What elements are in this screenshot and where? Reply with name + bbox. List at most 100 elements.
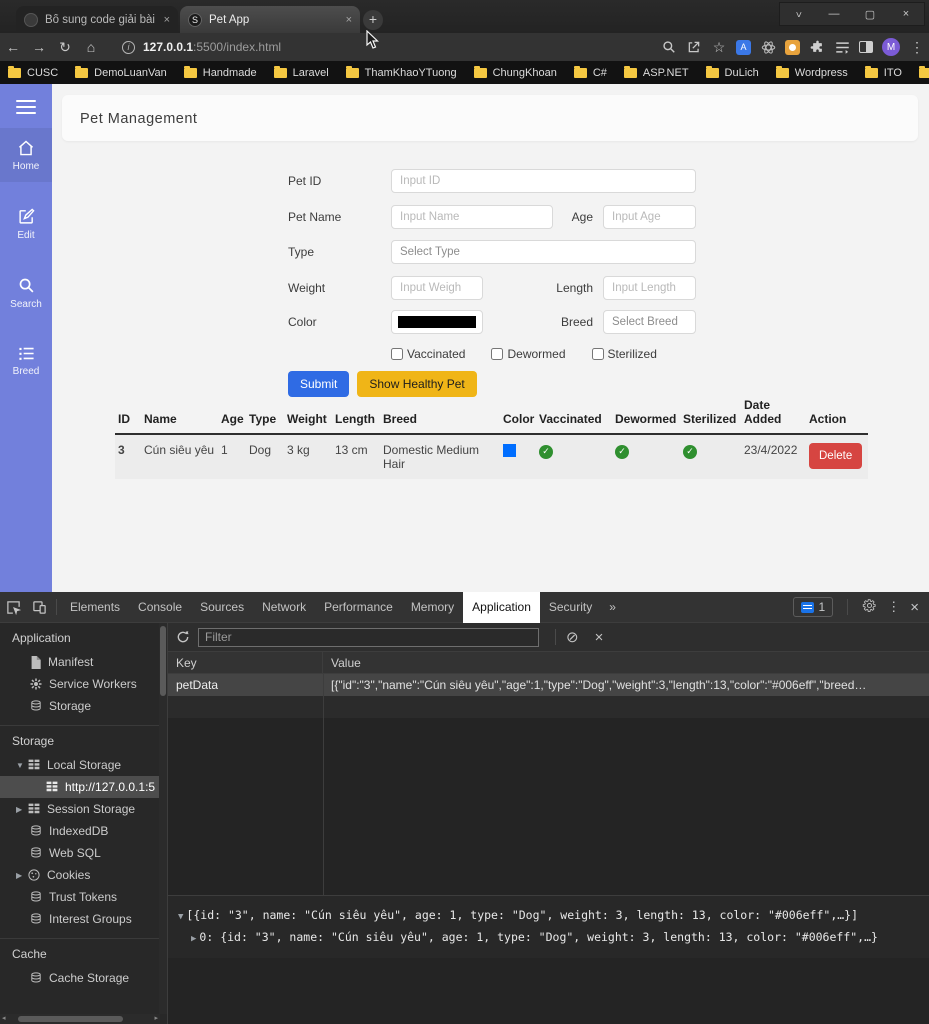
- weight-input[interactable]: [391, 276, 483, 300]
- tree-item-cache-storage[interactable]: Cache Storage: [0, 967, 167, 989]
- bookmark-folder[interactable]: DemoLuanVan: [75, 67, 167, 79]
- bookmark-folder[interactable]: ITO: [865, 67, 902, 79]
- bookmark-folder[interactable]: Laravel: [274, 67, 329, 79]
- translate-extension-icon[interactable]: A: [736, 40, 751, 55]
- minimize-button[interactable]: —: [816, 3, 852, 25]
- bookmark-folder[interactable]: C#: [574, 67, 607, 79]
- type-select[interactable]: Select Type: [391, 240, 696, 264]
- browser-tab-1[interactable]: Bổ sung code giải bài tập Assign ×: [16, 6, 178, 33]
- key-column-header[interactable]: Key: [168, 652, 323, 673]
- reload-icon[interactable]: ↻: [52, 39, 78, 56]
- refresh-icon[interactable]: [168, 630, 198, 644]
- profile-avatar[interactable]: M: [882, 38, 900, 56]
- tab-elements[interactable]: Elements: [61, 592, 129, 623]
- pet-name-input[interactable]: [391, 205, 553, 229]
- new-tab-button[interactable]: +: [363, 10, 383, 30]
- bookmark-folder[interactable]: Handmade: [184, 67, 257, 79]
- tab-close-icon[interactable]: ×: [164, 14, 170, 26]
- pet-id-input[interactable]: [391, 169, 696, 193]
- forward-icon[interactable]: →: [26, 39, 52, 55]
- bookmark-folder[interactable]: ThamKhaoYTuong: [346, 67, 457, 79]
- tab-network[interactable]: Network: [253, 592, 315, 623]
- reading-list-icon[interactable]: [834, 39, 850, 55]
- tab-application[interactable]: Application: [463, 592, 540, 623]
- expanded-arrow-icon[interactable]: ▼: [16, 761, 28, 770]
- sterilized-checkbox[interactable]: Sterilized: [592, 347, 657, 361]
- close-button[interactable]: ×: [888, 3, 924, 25]
- tab-console[interactable]: Console: [129, 592, 191, 623]
- device-toolbar-icon[interactable]: [26, 600, 52, 615]
- inspect-element-icon[interactable]: [0, 600, 26, 615]
- empty-row[interactable]: [168, 696, 929, 718]
- sidebar-item-search[interactable]: Search: [0, 265, 52, 320]
- tree-item-local-storage[interactable]: ▼ Local Storage: [0, 754, 167, 776]
- clear-icon[interactable]: ×: [595, 629, 604, 646]
- zoom-icon[interactable]: [661, 39, 677, 55]
- collapsed-triangle-icon[interactable]: ▶: [191, 934, 196, 944]
- extensions-puzzle-icon[interactable]: [809, 39, 825, 55]
- tab-performance[interactable]: Performance: [315, 592, 402, 623]
- browser-tab-2-active[interactable]: S Pet App ×: [180, 6, 360, 33]
- sidebar-item-home[interactable]: Home: [0, 128, 52, 182]
- vaccinated-checkbox[interactable]: Vaccinated: [391, 347, 465, 361]
- tree-item-trust-tokens[interactable]: Trust Tokens: [0, 886, 167, 908]
- bookmark-folder[interactable]: ChungKhoan: [474, 67, 557, 79]
- address-bar[interactable]: i 127.0.0.1:5500/index.html: [112, 36, 652, 58]
- storage-row-petdata[interactable]: petData [{"id":"3","name":"Cún siêu yêu"…: [168, 674, 929, 696]
- tree-item-indexeddb[interactable]: IndexedDB: [0, 820, 167, 842]
- devtools-extension-icon[interactable]: [760, 39, 776, 55]
- color-input[interactable]: [391, 310, 483, 334]
- bookmark-star-icon[interactable]: ☆: [711, 39, 727, 55]
- tree-item-session-storage[interactable]: ▶ Session Storage: [0, 798, 167, 820]
- tree-item-service-workers[interactable]: Service Workers: [0, 673, 167, 695]
- length-input[interactable]: [603, 276, 696, 300]
- sidebar-horizontal-scrollbar[interactable]: ◂▸: [0, 1014, 160, 1024]
- back-icon[interactable]: ←: [0, 39, 26, 55]
- more-tabs-icon[interactable]: »: [601, 600, 624, 614]
- menu-hamburger-icon[interactable]: [16, 100, 36, 114]
- tab-security[interactable]: Security: [540, 592, 601, 623]
- preview-line-1[interactable]: ▼[{id: "3", name: "Cún siêu yêu", age: 1…: [178, 905, 919, 927]
- home-icon[interactable]: ⌂: [78, 39, 104, 55]
- collapsed-arrow-icon[interactable]: ▶: [16, 871, 28, 880]
- show-healthy-pet-button[interactable]: Show Healthy Pet: [357, 371, 476, 397]
- checkbox[interactable]: [491, 348, 503, 360]
- bookmark-folder[interactable]: ASP.NET: [624, 67, 689, 79]
- bookmark-folder[interactable]: Wordpress: [776, 67, 848, 79]
- tree-item-web-sql[interactable]: Web SQL: [0, 842, 167, 864]
- extension-icon-orange[interactable]: [785, 40, 800, 55]
- delete-button[interactable]: Delete: [809, 443, 862, 469]
- bookmark-folder[interactable]: CUSC: [8, 67, 58, 79]
- sidebar-vertical-scrollbar[interactable]: [159, 623, 167, 1014]
- tree-item-manifest[interactable]: Manifest: [0, 651, 167, 673]
- tab-memory[interactable]: Memory: [402, 592, 463, 623]
- tab-sources[interactable]: Sources: [191, 592, 253, 623]
- tab-close-icon[interactable]: ×: [346, 14, 352, 26]
- preview-line-2[interactable]: ▶0: {id: "3", name: "Cún siêu yêu", age:…: [178, 927, 919, 949]
- devtools-menu-kebab-icon[interactable]: ⋮: [887, 599, 900, 615]
- browser-menu-kebab-icon[interactable]: ⋮: [909, 39, 925, 55]
- tab-search-chevron-icon[interactable]: >: [780, 3, 816, 25]
- dewormed-checkbox[interactable]: Dewormed: [491, 347, 565, 361]
- checkbox[interactable]: [592, 348, 604, 360]
- bookmark-folder[interactable]: Kwork: [919, 67, 929, 79]
- expanded-triangle-icon[interactable]: ▼: [178, 912, 183, 922]
- settings-gear-icon[interactable]: [862, 598, 877, 616]
- tree-item-local-storage-origin[interactable]: http://127.0.0.1:5: [0, 776, 167, 798]
- tree-item-cookies[interactable]: ▶ Cookies: [0, 864, 167, 886]
- filter-input[interactable]: [198, 628, 539, 647]
- tree-item-interest-groups[interactable]: Interest Groups: [0, 908, 167, 930]
- sidebar-item-edit[interactable]: Edit: [0, 196, 52, 251]
- submit-button[interactable]: Submit: [288, 371, 349, 397]
- site-info-icon[interactable]: i: [122, 41, 135, 54]
- column-divider[interactable]: [323, 674, 324, 895]
- value-column-header[interactable]: Value: [323, 656, 929, 670]
- collapsed-arrow-icon[interactable]: ▶: [16, 805, 28, 814]
- block-icon[interactable]: ⊘: [566, 628, 579, 646]
- tree-item-storage[interactable]: Storage: [0, 695, 167, 717]
- console-messages-badge[interactable]: 1: [793, 597, 834, 617]
- side-panel-icon[interactable]: [859, 41, 873, 53]
- maximize-button[interactable]: ▢: [852, 3, 888, 25]
- devtools-close-icon[interactable]: ×: [910, 599, 919, 616]
- share-icon[interactable]: [686, 39, 702, 55]
